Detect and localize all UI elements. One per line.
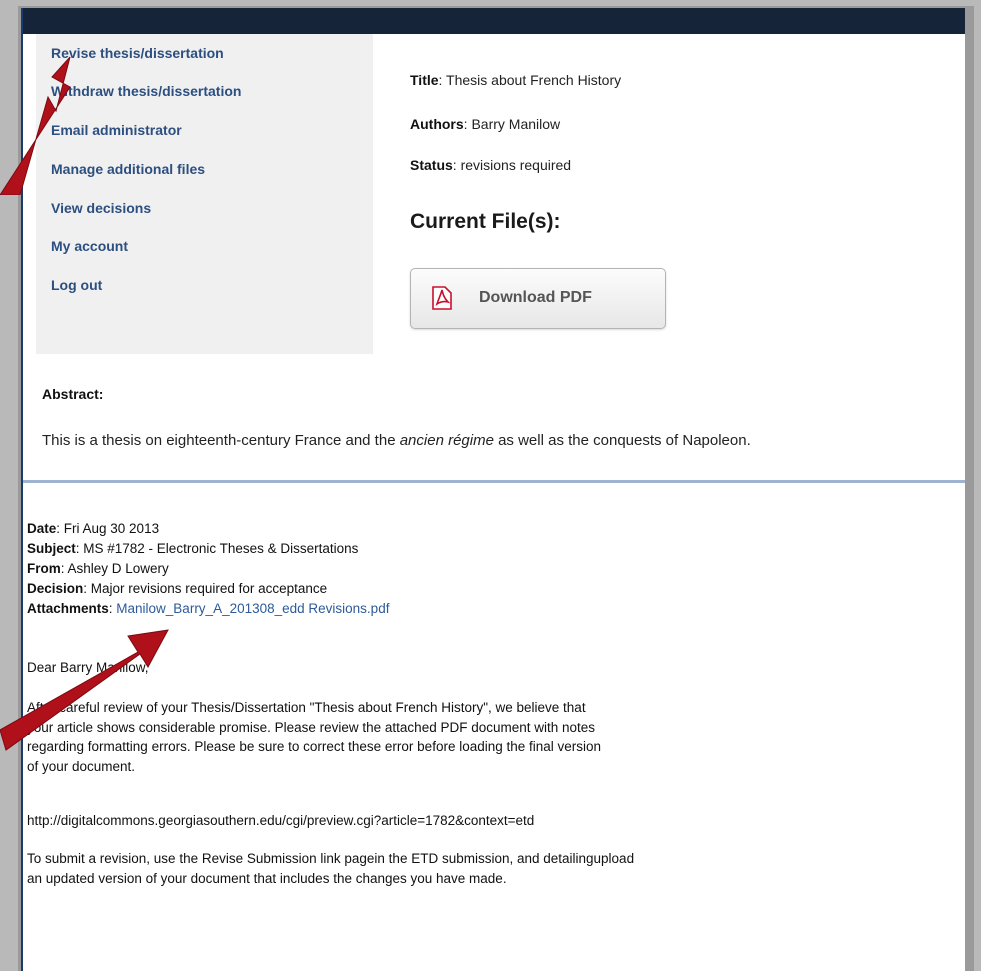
top-header-bar	[23, 8, 965, 34]
pdf-icon	[432, 286, 452, 310]
status-label: Status	[410, 157, 453, 173]
abstract-heading: Abstract:	[42, 386, 104, 402]
annotation-arrow-icon	[0, 56, 71, 195]
from-value: : Ashley D Lowery	[60, 561, 169, 576]
abstract-text: This is a thesis on eighteenth-century F…	[42, 432, 751, 449]
sidebar-item-view-decisions[interactable]: View decisions	[51, 200, 151, 216]
subject-value: : MS #1782 - Electronic Theses & Dissert…	[75, 541, 359, 556]
preview-url[interactable]: http://digitalcommons.georgiasouthern.ed…	[27, 811, 534, 831]
email-closing: To submit a revision, use the Revise Sub…	[27, 849, 634, 888]
abstract-text-end: as well as the conquests of Napoleon.	[493, 432, 751, 449]
authors-value: : Barry Manilow	[463, 116, 561, 132]
date-value: : Fri Aug 30 2013	[56, 521, 160, 536]
email-subject: Subject: MS #1782 - Electronic Theses & …	[27, 541, 358, 556]
section-divider	[23, 480, 965, 483]
decision-value: : Major revisions required for acceptanc…	[83, 581, 328, 596]
download-pdf-button[interactable]: Download PDF	[410, 268, 666, 329]
decision-label: Decision	[27, 581, 84, 596]
annotation-arrow-icon	[0, 629, 169, 751]
title-value: : Thesis about French History	[438, 72, 622, 88]
email-closing-line: To submit a revision, use the Revise Sub…	[27, 851, 635, 866]
from-label: From	[27, 561, 61, 576]
etd-page: Revise thesis/dissertation Withdraw thes…	[21, 8, 965, 971]
email-closing-line: an updated version of your document that…	[27, 870, 507, 886]
download-pdf-label: Download PDF	[479, 289, 592, 306]
submission-title: Title: Thesis about French History	[410, 72, 621, 88]
date-label: Date	[27, 521, 57, 536]
subject-label: Subject	[27, 541, 76, 556]
abstract-text-start: This is a thesis on eighteenth-century F…	[42, 432, 400, 449]
email-decision: Decision: Major revisions required for a…	[27, 581, 327, 596]
sidebar-item-log-out[interactable]: Log out	[51, 277, 102, 293]
email-from: From: Ashley D Lowery	[27, 561, 169, 576]
current-files-heading: Current File(s):	[410, 210, 561, 233]
email-date: Date: Fri Aug 30 2013	[27, 521, 159, 536]
submission-authors: Authors: Barry Manilow	[410, 116, 560, 132]
sidebar-item-my-account[interactable]: My account	[51, 238, 128, 254]
submission-status: Status: revisions required	[410, 157, 571, 173]
status-value: : revisions required	[452, 157, 572, 173]
authors-label: Authors	[410, 116, 464, 132]
title-label: Title	[410, 72, 439, 88]
abstract-text-italic: ancien régime	[399, 432, 494, 449]
